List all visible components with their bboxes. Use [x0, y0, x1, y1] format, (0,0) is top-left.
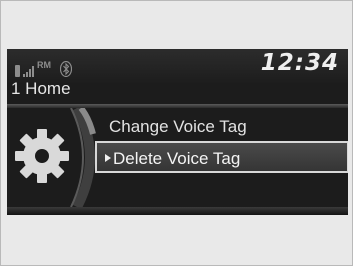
menu-item-label: Change Voice Tag: [109, 117, 247, 136]
selection-cursor-icon: [105, 154, 111, 162]
menu-item-label: Delete Voice Tag: [113, 149, 241, 168]
bluetooth-icon: [60, 61, 72, 77]
change-voice-tag-item[interactable]: Change Voice Tag: [109, 112, 247, 142]
signal-strength-icon: [23, 65, 35, 77]
status-bar: RM 12:34: [7, 49, 348, 83]
phone-icon: [15, 65, 20, 77]
roaming-icon: RM: [37, 60, 51, 70]
display-screen: RM 12:34 1 Home Change Voice Tag Delete …: [7, 49, 348, 215]
gear-icon: [15, 129, 69, 183]
clock: 12:34: [260, 50, 339, 76]
voice-tag-menu: Change Voice Tag Delete Voice Tag: [7, 108, 348, 207]
status-icons: RM: [15, 55, 72, 77]
page-frame: RM 12:34 1 Home Change Voice Tag Delete …: [0, 0, 353, 266]
phone-context-label: 1 Home: [11, 79, 71, 98]
bottom-strip: [7, 207, 348, 215]
delete-voice-tag-item[interactable]: Delete Voice Tag: [95, 141, 348, 173]
